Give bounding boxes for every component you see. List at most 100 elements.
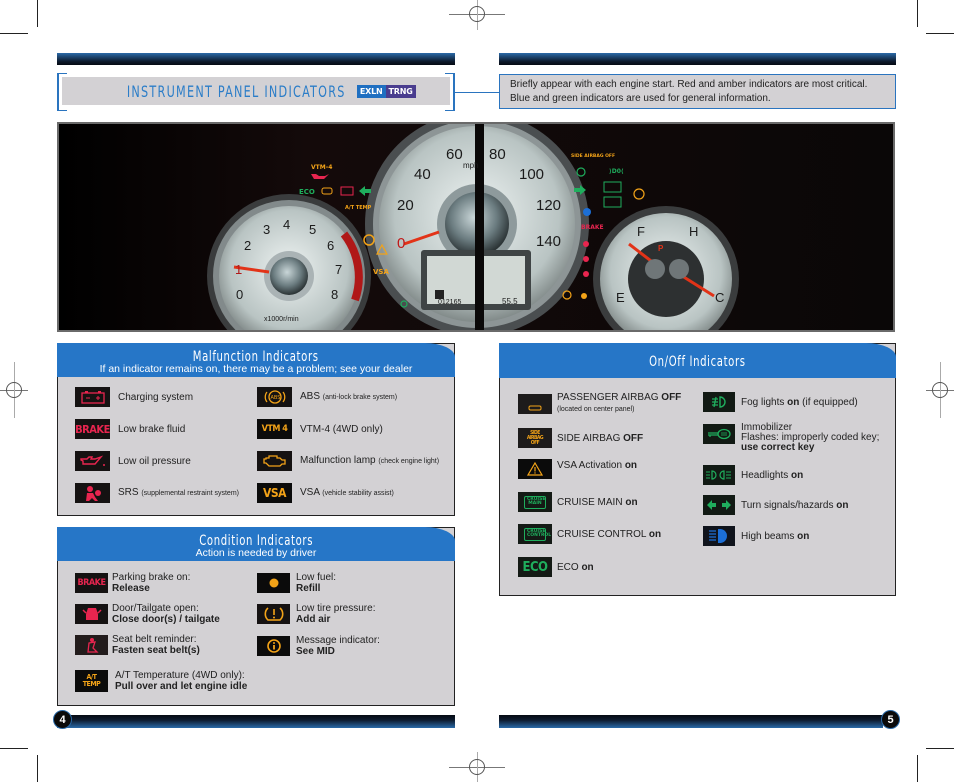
footer-bar-right: [499, 715, 883, 728]
indicator-label: VTM-4 (4WD only): [300, 423, 383, 435]
indicator-item: SRS (supplemental restraint system): [75, 483, 239, 503]
icon-text: CRUISE CONTROL: [524, 527, 551, 541]
speedometer: [365, 124, 589, 330]
connector-line: [455, 92, 499, 93]
indicator-label: VSA (vehicle stability assist): [300, 487, 394, 499]
registration-mark: [6, 382, 22, 398]
at-temp-indicator: A/T TEMP: [345, 205, 372, 211]
crop-mark: [917, 0, 918, 27]
at-temp-icon: A/T TEMP: [75, 670, 108, 692]
label-main: VSA Activation: [557, 460, 625, 471]
indicator-label: Fog lights on (if equipped): [741, 397, 858, 408]
label-state: on: [836, 499, 849, 511]
tach-label: 2: [244, 238, 251, 253]
crop-mark: [926, 748, 954, 749]
indicator-label: High beams on: [741, 531, 809, 542]
onoff-panel: On/Off Indicators PASSENGER AIRBAG OFF (l…: [499, 343, 896, 596]
tach-unit: x1000r/min: [264, 316, 299, 323]
crop-mark: [926, 33, 954, 34]
icon-text: SIDE AIRBAG OFF: [526, 429, 544, 446]
label-main: Message indicator:: [296, 635, 380, 646]
headlights-icon: [703, 465, 735, 485]
mph-label: 80: [489, 146, 506, 163]
label-note: (anti-lock brake system): [322, 394, 398, 401]
label-main: A/T Temperature (4WD only):: [115, 670, 245, 681]
panel-title: Malfunction Indicators: [193, 349, 319, 365]
label-main: CRUISE MAIN: [557, 496, 626, 508]
label-main: Malfunction lamp: [300, 455, 376, 466]
indicator-item: Low fuel: Refill: [257, 572, 336, 594]
header-bar-left: [57, 53, 455, 65]
indicator-item: ABS ABS (anti-lock brake system): [257, 387, 397, 407]
indicator-label: ECO on: [557, 562, 594, 573]
brake-text-icon: BRAKE: [75, 573, 108, 593]
fuel-empty-label: E: [616, 290, 625, 305]
message-icon: [257, 636, 290, 656]
panel-header: Condition Indicators Action is needed by…: [57, 527, 455, 561]
label-main: SIDE AIRBAG: [557, 432, 624, 444]
mph-label: 20: [397, 197, 414, 214]
immobilizer-key-icon: [703, 424, 735, 444]
indicator-label: Message indicator: See MID: [296, 635, 380, 657]
vsa-activation-icon: [518, 459, 552, 479]
vtm4-text-icon: VTM 4: [257, 419, 292, 439]
gear-p: P: [658, 244, 664, 253]
label-action: Fasten seat belt(s): [112, 645, 200, 656]
low-fuel-icon: [257, 573, 290, 593]
panel-title: Condition Indicators: [199, 533, 313, 549]
vsa-text-icon: VSA: [257, 483, 292, 503]
indicator-label: Seat belt reminder: Fasten seat belt(s): [112, 634, 200, 656]
label-main: Seat belt reminder:: [112, 634, 197, 645]
label-note: (vehicle stability assist): [322, 490, 394, 497]
crop-mark: [0, 33, 28, 34]
high-beam-icon: [703, 526, 735, 546]
label-main: CRUISE CONTROL: [557, 528, 649, 540]
indicator-label: Low brake fluid: [118, 423, 186, 435]
indicator-label: SRS (supplemental restraint system): [118, 487, 239, 499]
label-action: Close door(s) / tailgate: [112, 614, 220, 625]
indicator-label: Low fuel: Refill: [296, 572, 336, 594]
label-state: on: [787, 396, 800, 408]
label-main: Fog lights: [741, 396, 788, 408]
panel-title: On/Off Indicators: [649, 354, 746, 370]
indicator-item: Low oil pressure: [75, 451, 191, 471]
label-state: on: [791, 469, 804, 481]
indicator-item: ECO ECO on: [518, 557, 594, 577]
passenger-airbag-off-icon: [518, 393, 552, 414]
battery-icon: [75, 387, 110, 407]
side-airbag-off-icon: SIDE AIRBAG OFF: [518, 428, 552, 448]
indicator-label: Immobilizer Flashes: improperly coded key…: [741, 423, 879, 453]
indicator-item: PASSENGER AIRBAG OFF (located on center p…: [518, 392, 681, 415]
indicator-label: CRUISE CONTROL on: [557, 529, 661, 540]
high-beam-indicator: [583, 208, 591, 216]
mph-label: 60: [446, 146, 463, 163]
abs-icon: ABS: [257, 387, 292, 407]
indicator-item: BRAKE Parking brake on: Release: [75, 572, 190, 594]
fog-light-icon: [703, 392, 735, 412]
label-note: (check engine light): [378, 458, 440, 465]
eco-indicator: ECO: [299, 188, 315, 196]
indicator-label: Low tire pressure: Add air: [296, 603, 375, 625]
odometer: 012165: [438, 299, 461, 306]
label-main: ECO: [557, 561, 582, 573]
label-main: Low fuel:: [296, 572, 337, 583]
turn-signal-icon: [703, 495, 735, 515]
label-state: on: [797, 530, 810, 542]
mph-label: 140: [536, 233, 561, 250]
icon-text: A/T TEMP: [82, 673, 101, 688]
icon-text: VSA: [263, 486, 287, 500]
icon-text: CRUISE MAIN: [524, 495, 546, 509]
cruise-control-icon: CRUISE CONTROL: [518, 524, 552, 544]
indicator-item: VSA VSA (vehicle stability assist): [257, 483, 394, 503]
malfunction-panel: Malfunction Indicators If an indicator r…: [57, 343, 455, 516]
temp-hot-label: H: [689, 224, 698, 239]
label-main: SRS: [118, 487, 139, 498]
indicator-item: High beams on: [703, 526, 809, 546]
tach-label: 7: [335, 262, 342, 277]
icon-text: ECO: [522, 559, 548, 575]
label-action: Refill: [296, 583, 321, 594]
condition-panel: Condition Indicators Action is needed by…: [57, 527, 455, 706]
indicator-item: VSA Activation on: [518, 459, 637, 479]
label-main: High beams: [741, 530, 798, 542]
door-open-icon: [75, 604, 108, 624]
